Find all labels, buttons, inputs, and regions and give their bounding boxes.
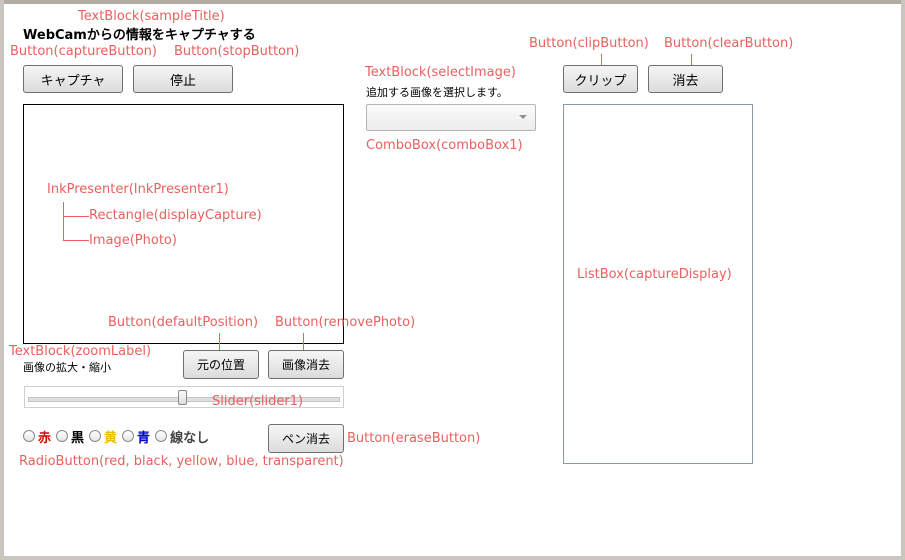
clip-button[interactable]: クリップ [563,65,638,93]
image-combo-box[interactable] [366,104,536,131]
annotation-clear-button: Button(clearButton) [664,36,794,51]
tree-connector-vertical [63,202,64,240]
page-title: WebCamからの情報をキャプチャする [23,28,256,43]
slider-thumb[interactable] [178,390,187,405]
radio-red-label: 赤 [38,430,52,446]
capture-list-box[interactable] [563,104,753,464]
radio-transparent[interactable]: 線なし [155,427,209,446]
tree-connector-rectangle [63,216,89,217]
annotation-rectangle: Rectangle(displayCapture) [89,208,262,223]
radio-yellow-label: 黄 [104,430,118,446]
erase-button[interactable]: ペン消去 [268,424,344,453]
annotation-capture-button: Button(captureButton) [10,44,157,59]
pen-color-radio-group: 赤 黒 黄 青 線なし [23,427,214,446]
annotation-remove-photo: Button(removePhoto) [275,315,416,330]
annotation-clip-button: Button(clipButton) [529,36,649,51]
annotation-slider: Slider(slider1) [212,394,304,409]
annotation-stop-button: Button(stopButton) [174,44,300,59]
annotation-erase-button: Button(eraseButton) [347,431,481,446]
radio-yellow[interactable]: 黄 [89,427,117,446]
window-frame-top [0,0,905,4]
radio-blue[interactable]: 青 [122,427,150,446]
stop-button[interactable]: 停止 [133,65,233,93]
radio-transparent-label: 線なし [170,430,210,446]
annotation-combo-box: ComboBox(comboBox1) [366,138,523,153]
radio-blue-label: 青 [137,430,151,446]
radio-black[interactable]: 黒 [56,427,84,446]
radio-circle-icon[interactable] [89,430,102,442]
connector-remove-photo [303,333,304,350]
annotation-radio-buttons: RadioButton(red, black, yellow, blue, tr… [19,454,344,469]
annotation-image: Image(Photo) [89,233,177,248]
radio-circle-icon[interactable] [122,430,135,442]
annotation-ink-presenter: InkPresenter(InkPresenter1) [47,182,229,197]
annotation-zoom-label: TextBlock(zoomLabel) [9,344,152,359]
radio-circle-icon[interactable] [23,430,35,442]
clear-button[interactable]: 消去 [648,65,723,93]
select-image-label: 追加する画像を選択します。 [366,86,508,99]
radio-black-label: 黒 [71,430,85,446]
annotation-list-box: ListBox(captureDisplay) [577,267,732,282]
connector-default-position [219,333,220,350]
annotation-sample-title: TextBlock(sampleTitle) [78,9,225,24]
zoom-label: 画像の拡大・縮小 [23,361,111,374]
window-frame-left [0,0,4,560]
window-frame-bottom [0,556,905,560]
chevron-down-icon [519,115,527,119]
tree-connector-image [63,240,89,241]
remove-photo-button[interactable]: 画像消去 [268,350,344,379]
ink-presenter-canvas[interactable] [23,104,344,344]
annotation-default-position: Button(defaultPosition) [108,315,259,330]
capture-button[interactable]: キャプチャ [23,65,123,93]
window-frame-right [901,0,905,560]
annotation-select-image: TextBlock(selectImage) [365,65,516,80]
radio-red[interactable]: 赤 [23,427,51,446]
radio-circle-icon[interactable] [56,430,69,442]
default-position-button[interactable]: 元の位置 [183,350,259,379]
radio-circle-icon[interactable] [155,430,168,442]
